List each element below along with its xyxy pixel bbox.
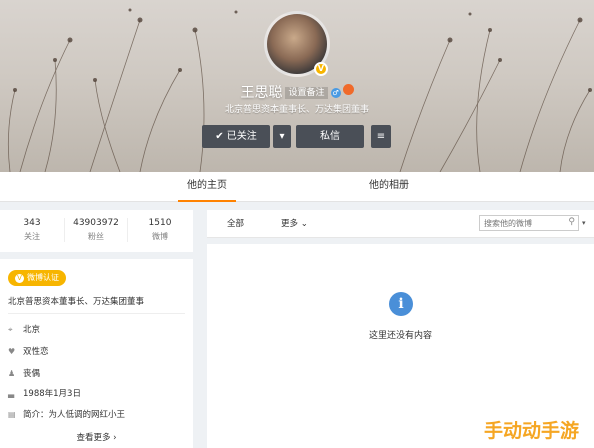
location-icon: ⌖ bbox=[8, 325, 13, 334]
divider bbox=[8, 313, 185, 314]
filter-more[interactable]: 更多 ⌄ bbox=[281, 217, 308, 229]
profile-tabs: 他的主页 他的相册 bbox=[0, 172, 594, 202]
view-more-link[interactable]: 查看更多 › bbox=[0, 431, 193, 443]
verified-tag[interactable]: V 微博认证 bbox=[8, 270, 66, 286]
search-dropdown-icon[interactable]: ▾ bbox=[582, 219, 586, 227]
tab-album[interactable]: 他的相册 bbox=[360, 172, 418, 202]
info-icon: i bbox=[389, 292, 413, 316]
heart-icon: ♥ bbox=[8, 347, 16, 356]
empty-feed-message: 这里还没有内容 bbox=[368, 331, 432, 341]
info-relationship: ♟ 丧偶 bbox=[8, 369, 41, 379]
follow-dropdown-button[interactable]: ▾ bbox=[273, 125, 291, 148]
more-menu-button[interactable]: ≡ bbox=[371, 125, 391, 148]
search-input[interactable] bbox=[480, 216, 562, 230]
info-card: V 微博认证 北京普思资本董事长、万达集团董事 ⌖ 北京 ♥ 双性恋 ♟ 丧偶 ▃ 198… bbox=[0, 259, 193, 448]
person-icon: ♟ bbox=[8, 369, 16, 378]
stat-posts[interactable]: 1510 微博 bbox=[128, 218, 192, 242]
info-orientation: ♥ 双性恋 bbox=[8, 347, 49, 357]
stats-card: 343 关注 43903972 粉丝 1510 微博 bbox=[0, 210, 193, 252]
chevron-down-icon: ⌄ bbox=[300, 219, 308, 229]
feed-filter-bar: 全部 更多 ⌄ ⚲ ▾ bbox=[207, 210, 594, 238]
profile-cover: V 王思聪 设置备注 ♂ 北京普思资本董事长、万达集团董事 ✔ 已关注 ▾ 私信 ≡ bbox=[0, 0, 594, 172]
verified-icon: V bbox=[15, 274, 24, 283]
feed-search: ⚲ bbox=[479, 215, 579, 231]
info-bio: ▤ 简介：为人低调的网红小王 bbox=[8, 410, 126, 420]
filter-all[interactable]: 全部 bbox=[227, 217, 244, 229]
verified-badge-icon: V bbox=[314, 62, 328, 76]
medal-icon[interactable] bbox=[342, 84, 354, 95]
note-icon: ▤ bbox=[8, 410, 16, 419]
check-icon: ✔ bbox=[215, 131, 224, 142]
set-remark-link[interactable]: 设置备注 bbox=[285, 87, 328, 99]
info-birthday: ▃ 1988年1月3日 bbox=[8, 389, 81, 399]
profile-intro: 北京普思资本董事长、万达集团董事 bbox=[224, 105, 369, 115]
verified-description: 北京普思资本董事长、万达集团董事 bbox=[8, 297, 145, 307]
search-icon[interactable]: ⚲ bbox=[568, 217, 575, 227]
tab-home[interactable]: 他的主页 bbox=[178, 172, 236, 202]
menu-icon: ≡ bbox=[376, 131, 386, 142]
cake-icon: ▃ bbox=[8, 389, 15, 398]
male-icon: ♂ bbox=[330, 88, 341, 98]
info-location: ⌖ 北京 bbox=[8, 325, 41, 335]
stat-followers[interactable]: 43903972 粉丝 bbox=[64, 218, 128, 242]
caret-down-icon: ▾ bbox=[279, 131, 285, 142]
message-button[interactable]: 私信 bbox=[296, 125, 364, 148]
profile-name: 王思聪 bbox=[240, 85, 283, 101]
watermark: 手动动手游 bbox=[484, 420, 580, 442]
stat-following[interactable]: 343 关注 bbox=[0, 218, 64, 242]
chevron-right-icon: › bbox=[113, 433, 117, 443]
followed-button[interactable]: ✔ 已关注 bbox=[202, 125, 270, 148]
